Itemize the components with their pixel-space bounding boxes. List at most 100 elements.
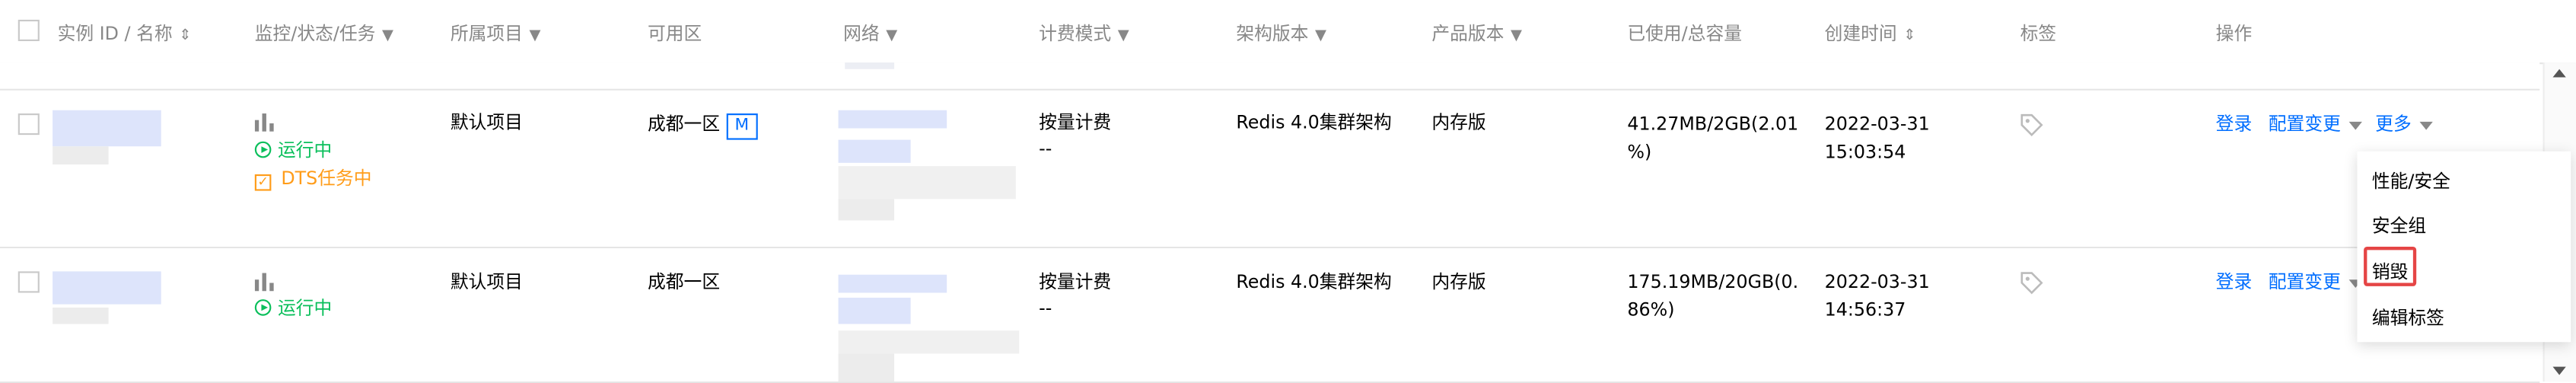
login-link[interactable]: 登录 bbox=[2216, 268, 2253, 296]
header-instance-label: 实例 ID / 名称 bbox=[57, 23, 173, 45]
billing-sub: -- bbox=[1039, 138, 1052, 160]
header-instance[interactable]: 实例 ID / 名称 ⇕ bbox=[58, 20, 192, 46]
network-ip-blurred bbox=[838, 166, 1016, 199]
network-port-blurred bbox=[838, 199, 895, 221]
status-label: 运行中 bbox=[278, 139, 333, 161]
filter-icon[interactable]: ▼ bbox=[382, 28, 393, 45]
play-circle-icon bbox=[254, 141, 272, 158]
play-circle-icon bbox=[254, 299, 272, 316]
more-link[interactable]: 更多 bbox=[2375, 110, 2433, 139]
filter-icon[interactable]: ▼ bbox=[1511, 28, 1522, 45]
billing-sub: -- bbox=[1039, 297, 1052, 320]
created-date: 2022-03-31 bbox=[1824, 271, 1930, 293]
sort-icon[interactable]: ⇕ bbox=[1903, 28, 1915, 45]
header-product-label: 产品版本 bbox=[1431, 23, 1505, 45]
header-billing[interactable]: 计费模式 ▼ bbox=[1039, 20, 1129, 46]
scroll-up-icon[interactable] bbox=[2552, 69, 2566, 78]
filter-icon[interactable]: ▼ bbox=[1315, 28, 1326, 45]
billing-mode: 按量计费 bbox=[1039, 111, 1112, 133]
header-project-label: 所属项目 bbox=[450, 23, 523, 45]
scroll-down-icon[interactable] bbox=[2552, 366, 2566, 375]
filter-icon[interactable]: ▼ bbox=[886, 28, 897, 45]
header-network[interactable]: 网络 ▼ bbox=[843, 20, 897, 46]
monitor-chart-icon[interactable] bbox=[254, 113, 275, 136]
capacity-line1: 175.19MB/20GB(0. bbox=[1627, 271, 1799, 293]
destroy-highlight bbox=[2364, 247, 2417, 286]
header-project[interactable]: 所属项目 ▼ bbox=[451, 20, 541, 46]
network-vpc-blurred[interactable] bbox=[838, 110, 947, 129]
table-row: 运行中 默认项目 成都一区 按量计费 -- Redis 4.0集群架构 内存版 … bbox=[0, 248, 2540, 383]
created-time: 14:56:37 bbox=[1824, 299, 1906, 321]
zone-value: 成都一区 M bbox=[648, 110, 757, 140]
instance-id-blurred[interactable] bbox=[53, 110, 161, 147]
chevron-down-icon bbox=[2419, 120, 2433, 129]
capacity-line1: 41.27MB/2GB(2.01 bbox=[1627, 113, 1799, 136]
filter-icon[interactable]: ▼ bbox=[1118, 28, 1129, 45]
row-checkbox[interactable] bbox=[18, 271, 40, 293]
header-monitor[interactable]: 监控/状态/任务 ▼ bbox=[255, 20, 393, 46]
row-checkbox[interactable] bbox=[18, 113, 40, 136]
status-label: 运行中 bbox=[278, 297, 333, 320]
header-zone: 可用区 bbox=[648, 23, 702, 45]
sort-icon[interactable]: ⇕ bbox=[179, 28, 191, 45]
header-tags: 标签 bbox=[2020, 23, 2057, 45]
multi-az-badge: M bbox=[726, 113, 757, 140]
capacity-line2: %) bbox=[1627, 141, 1652, 163]
header-product[interactable]: 产品版本 ▼ bbox=[1431, 20, 1522, 46]
network-subnet-blurred[interactable] bbox=[838, 297, 911, 324]
status-running: 运行中 bbox=[254, 136, 333, 164]
config-change-link[interactable]: 配置变更 bbox=[2269, 268, 2362, 296]
header-network-label: 网络 bbox=[843, 23, 880, 45]
instance-list-page: 实例 ID / 名称 ⇕ 监控/状态/任务 ▼ 所属项目 ▼ 可用区 网络 ▼ 计费模式… bbox=[0, 0, 2576, 383]
table-header: 实例 ID / 名称 ⇕ 监控/状态/任务 ▼ 所属项目 ▼ 可用区 网络 ▼ 计费模式… bbox=[0, 0, 2576, 65]
network-vpc-blurred[interactable] bbox=[838, 274, 947, 293]
instance-name-blurred bbox=[53, 307, 109, 324]
table-row: 运行中 ✓ DTS任务中 默认项目 成都一区 M 按量计费 -- Redis 4.0… bbox=[0, 90, 2540, 249]
menu-item-edit-tags[interactable]: 编辑标签 bbox=[2372, 305, 2444, 331]
more-dropdown-menu: 性能/安全 安全组 销毁 编辑标签 bbox=[2357, 151, 2571, 343]
more-label: 更多 bbox=[2375, 113, 2412, 136]
instance-id-blurred[interactable] bbox=[53, 271, 161, 305]
zone-value: 成都一区 bbox=[648, 271, 721, 293]
instance-name-blurred bbox=[53, 146, 109, 165]
zone-label: 成都一区 bbox=[648, 113, 721, 136]
billing-mode: 按量计费 bbox=[1039, 271, 1112, 293]
tag-icon[interactable] bbox=[2020, 271, 2043, 299]
header-created[interactable]: 创建时间 ⇕ bbox=[1825, 20, 1916, 46]
project-value: 默认项目 bbox=[450, 271, 523, 293]
header-actions: 操作 bbox=[2215, 23, 2253, 45]
product-version: 内存版 bbox=[1431, 111, 1486, 133]
network-subnet-blurred[interactable] bbox=[838, 139, 911, 163]
capacity-line2: 86%) bbox=[1627, 299, 1675, 321]
login-link[interactable]: 登录 bbox=[2216, 110, 2253, 139]
config-change-label: 配置变更 bbox=[2268, 271, 2341, 293]
monitor-chart-icon[interactable] bbox=[254, 273, 275, 296]
config-change-link[interactable]: 配置变更 bbox=[2269, 110, 2362, 139]
network-blurred bbox=[845, 62, 895, 69]
filter-icon[interactable]: ▼ bbox=[530, 28, 541, 45]
network-ip-blurred bbox=[838, 330, 1020, 354]
config-change-label: 配置变更 bbox=[2268, 113, 2341, 136]
select-all-checkbox[interactable] bbox=[18, 19, 40, 42]
status-running: 运行中 bbox=[254, 295, 333, 323]
header-created-label: 创建时间 bbox=[1824, 23, 1897, 45]
product-version: 内存版 bbox=[1431, 271, 1486, 293]
task-label: DTS任务中 bbox=[281, 168, 372, 190]
menu-item-security-group[interactable]: 安全组 bbox=[2372, 212, 2426, 239]
network-port-blurred bbox=[838, 353, 895, 382]
header-billing-label: 计费模式 bbox=[1039, 23, 1112, 45]
header-capacity: 已使用/总容量 bbox=[1627, 23, 1742, 45]
header-arch[interactable]: 架构版本 ▼ bbox=[1236, 20, 1326, 46]
check-square-icon: ✓ bbox=[254, 174, 272, 191]
tag-icon[interactable] bbox=[2020, 113, 2043, 142]
header-arch-label: 架构版本 bbox=[1236, 23, 1309, 45]
chevron-down-icon bbox=[2348, 120, 2362, 129]
project-value: 默认项目 bbox=[450, 111, 523, 133]
arch-version: Redis 4.0集群架构 bbox=[1236, 271, 1392, 293]
arch-version: Redis 4.0集群架构 bbox=[1236, 111, 1392, 133]
task-status: ✓ DTS任务中 bbox=[254, 164, 372, 193]
table-row-partial bbox=[0, 62, 2540, 91]
header-monitor-label: 监控/状态/任务 bbox=[254, 23, 376, 45]
menu-item-performance-security[interactable]: 性能/安全 bbox=[2372, 168, 2450, 194]
created-time: 15:03:54 bbox=[1824, 141, 1906, 163]
